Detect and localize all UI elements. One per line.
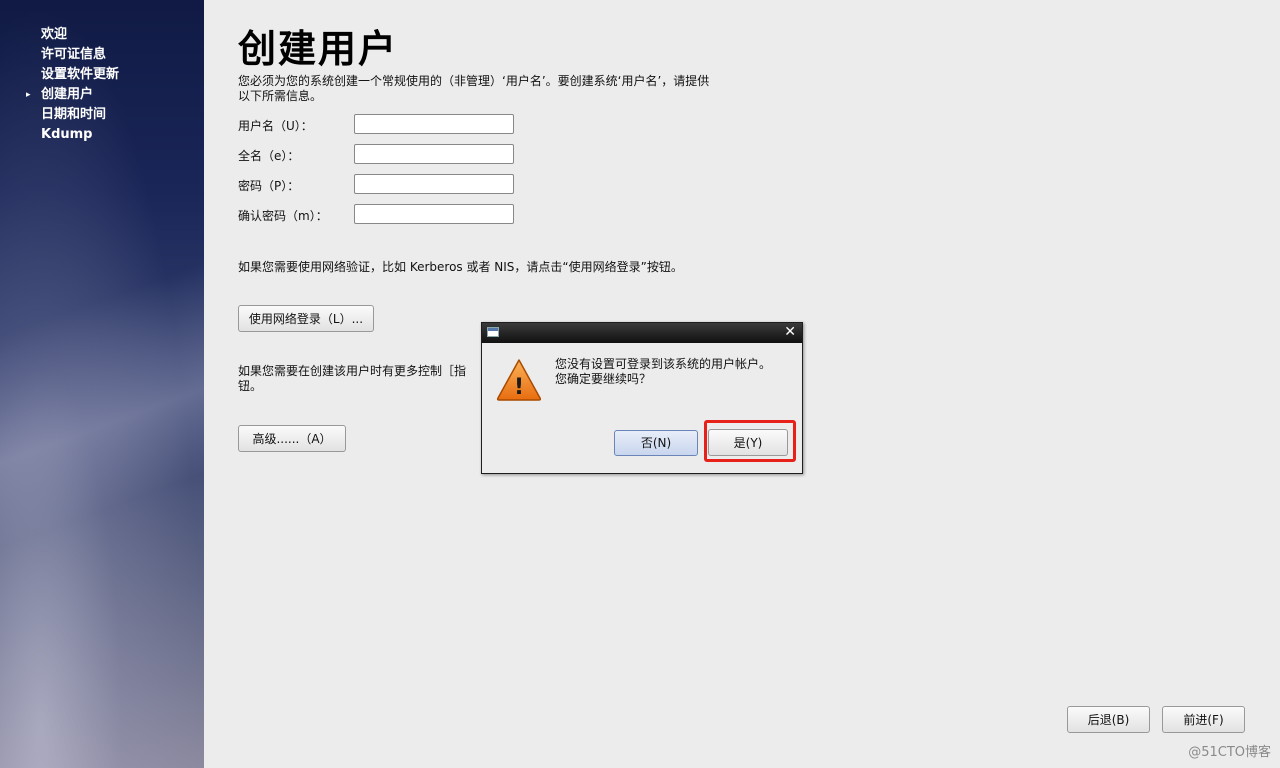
network-hint-text: 如果您需要使用网络验证，比如 Kerberos 或者 NIS，请点击“使用网络登…	[238, 260, 683, 274]
warning-icon: !	[496, 359, 542, 401]
sidebar-nav: 欢迎 许可证信息 设置软件更新 ▸ 创建用户 日期和时间 Kdump	[26, 25, 119, 145]
sidebar-item-date-time[interactable]: 日期和时间	[26, 105, 119, 125]
advanced-button[interactable]: 高级......（A）	[238, 425, 346, 452]
username-field[interactable]	[354, 114, 514, 134]
sidebar-item-label: 设置软件更新	[41, 67, 120, 82]
fullname-label: 全名（e）：	[238, 149, 300, 163]
page-title: 创建用户	[238, 27, 399, 71]
sidebar-item-license[interactable]: 许可证信息	[26, 45, 119, 65]
intro-text: 您必须为您的系统创建一个常规使用的（非管理）‘用户名’。要创建系统‘用户名’，请…	[238, 74, 710, 103]
window-icon	[487, 327, 499, 337]
advanced-hint-text: 如果您需要在创建该用户时有更多控制［指 钮。	[238, 364, 488, 394]
advanced-hint-line: 如果您需要在创建该用户时有更多控制［指	[238, 364, 467, 378]
confirm-password-label: 确认密码（m）：	[238, 209, 328, 223]
dialog-message-line: 您确定要继续吗？	[555, 372, 652, 386]
dialog-message-line: 您没有设置可登录到该系统的用户帐户。	[555, 357, 772, 371]
yes-button[interactable]: 是(Y)	[708, 429, 788, 456]
warning-glyph: !	[514, 375, 524, 400]
sidebar-item-label: 欢迎	[41, 27, 68, 42]
watermark: @51CTO博客	[1188, 745, 1271, 760]
sidebar-item-kdump[interactable]: Kdump	[26, 125, 119, 145]
confirm-password-field[interactable]	[354, 204, 514, 224]
password-field[interactable]	[354, 174, 514, 194]
no-button[interactable]: 否(N)	[614, 430, 698, 456]
back-button[interactable]: 后退(B)	[1067, 706, 1150, 733]
network-login-button[interactable]: 使用网络登录（L）...	[238, 305, 374, 332]
fullname-field[interactable]	[354, 144, 514, 164]
close-icon[interactable]: ✕	[784, 324, 796, 340]
sidebar-item-label: 许可证信息	[41, 47, 107, 62]
confirm-dialog: ✕ ! 您没有设置可登录到该系统的用户帐户。 您确定要继续吗？ 否(N) 是(Y…	[481, 322, 803, 474]
dialog-message: 您没有设置可登录到该系统的用户帐户。 您确定要继续吗？	[555, 357, 795, 387]
sidebar-item-welcome[interactable]: 欢迎	[26, 25, 119, 45]
sidebar-item-label: 创建用户	[41, 87, 94, 102]
sidebar-item-label: 日期和时间	[41, 107, 107, 122]
sidebar-item-software-updates[interactable]: 设置软件更新	[26, 65, 119, 85]
forward-button[interactable]: 前进(F)	[1162, 706, 1245, 733]
sidebar-item-label: Kdump	[41, 127, 93, 142]
sidebar-item-create-user[interactable]: ▸ 创建用户	[26, 85, 119, 105]
advanced-hint-tail: 钮。	[238, 379, 263, 393]
username-label: 用户名（U）：	[238, 119, 313, 133]
password-label: 密码（P）：	[238, 179, 300, 193]
dialog-titlebar[interactable]: ✕	[482, 323, 802, 343]
current-step-arrow-icon: ▸	[26, 90, 31, 100]
sidebar: 欢迎 许可证信息 设置软件更新 ▸ 创建用户 日期和时间 Kdump	[0, 0, 204, 768]
